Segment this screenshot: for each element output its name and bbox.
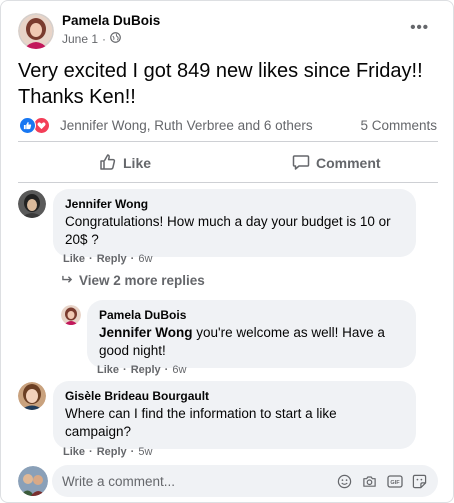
reply-bubble: Pamela DuBois Jennifer Wong you're welco… [87, 300, 416, 368]
comment-author[interactable]: Gisèle Brideau Bourgault [65, 389, 404, 403]
comment-button[interactable]: Comment [292, 151, 381, 175]
reaction-icons[interactable] [19, 117, 50, 134]
divider [18, 141, 438, 142]
post-author-name[interactable]: Pamela DuBois [62, 13, 160, 28]
more-options-icon[interactable]: ••• [410, 19, 429, 36]
reply-actions: Like · Reply · 6w [97, 364, 187, 376]
emoji-icon[interactable] [336, 473, 353, 490]
post-card: Pamela DuBois June 1 · ••• Very excited … [0, 0, 454, 503]
like-button[interactable]: Like [99, 151, 151, 175]
comment-composer: GIF [52, 465, 438, 497]
comment-icon [292, 153, 310, 174]
like-button-label: Like [123, 155, 152, 171]
audience-icon[interactable] [110, 32, 121, 46]
post-meta: June 1 · [62, 32, 121, 46]
comment-reply-link[interactable]: Reply [97, 253, 127, 265]
reply-like-link[interactable]: Like [97, 364, 119, 376]
reply-mention[interactable]: Jennifer Wong [99, 325, 193, 340]
comment-bubble: Jennifer Wong Congratulations! How much … [53, 189, 416, 257]
comments-count[interactable]: 5 Comments [360, 118, 437, 133]
comment-like-link[interactable]: Like [63, 446, 85, 458]
view-more-label: View 2 more replies [79, 273, 205, 288]
gif-icon[interactable]: GIF [386, 473, 403, 490]
current-user-avatar[interactable] [18, 466, 48, 496]
reply-reply-link[interactable]: Reply [131, 364, 161, 376]
composer-icons: GIF [336, 473, 428, 490]
comment-time[interactable]: 6w [138, 253, 152, 265]
comment-text: Congratulations! How much a day your bud… [65, 214, 391, 247]
post-text: Very excited I got 849 new likes since F… [18, 60, 423, 108]
comment-actions: Like · Reply · 6w [63, 253, 153, 265]
comment-author[interactable]: Jennifer Wong [65, 197, 404, 211]
comment-input[interactable] [62, 473, 336, 489]
post-date[interactable]: June 1 [62, 32, 98, 46]
comment-reply-link[interactable]: Reply [97, 446, 127, 458]
comment-actions: Like · Reply · 5w [63, 446, 153, 458]
commenter-avatar[interactable] [18, 190, 46, 218]
reaction-names[interactable]: Jennifer Wong, Ruth Verbree and 6 others [60, 118, 313, 133]
thumbs-up-icon [99, 153, 117, 174]
reply-time[interactable]: 6w [172, 364, 186, 376]
reply-author-avatar[interactable] [61, 305, 81, 325]
comment-time[interactable]: 5w [138, 446, 152, 458]
svg-text:GIF: GIF [390, 480, 400, 486]
view-more-replies[interactable]: View 2 more replies [62, 273, 205, 288]
commenter-avatar[interactable] [18, 382, 46, 410]
comment-like-link[interactable]: Like [63, 253, 85, 265]
divider [18, 182, 438, 183]
reply-arrow-icon [62, 273, 73, 288]
meta-separator: · [102, 32, 107, 46]
sticker-icon[interactable] [411, 473, 428, 490]
comment-text: Where can I find the information to star… [65, 406, 337, 439]
reply-author[interactable]: Pamela DuBois [99, 308, 404, 322]
camera-icon[interactable] [361, 473, 378, 490]
comment-bubble: Gisèle Brideau Bourgault Where can I fin… [53, 381, 416, 449]
comment-button-label: Comment [316, 155, 381, 171]
reply-text: Jennifer Wong you're welcome as well! Ha… [99, 325, 385, 358]
author-avatar[interactable] [18, 13, 54, 49]
like-reaction-icon [19, 117, 36, 134]
